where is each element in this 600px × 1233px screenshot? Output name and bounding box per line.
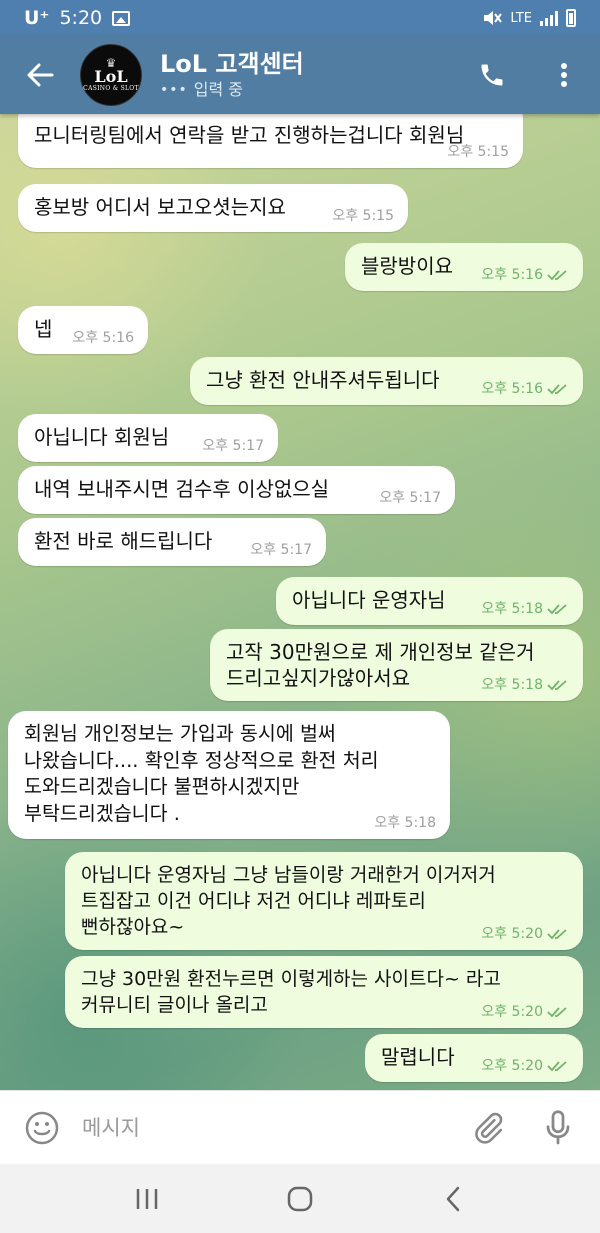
gallery-notification-icon: [112, 10, 131, 26]
back-button[interactable]: [0, 36, 80, 114]
message-time: 오후 5:17: [379, 490, 441, 506]
attach-button[interactable]: [466, 1106, 510, 1150]
battery-icon: [566, 9, 576, 27]
message-time: 오후 5:16: [481, 381, 543, 397]
double-check-icon: [547, 929, 567, 940]
double-check-icon: [547, 384, 567, 395]
carrier-label: U⁺: [24, 7, 50, 29]
double-check-icon: [547, 604, 567, 615]
message-bubble-out[interactable]: 아닙니다 운영자님 오후 5:18: [276, 577, 583, 625]
message-time: 오후 5:15: [332, 208, 394, 224]
message-bubble-in[interactable]: 홍보방 어디서 보고오셧는지요 오후 5:15: [18, 184, 408, 232]
typing-status-label: 입력 중: [193, 80, 244, 99]
message-bubble-in[interactable]: 내역 보내주시면 검수후 이상없으실 오후 5:17: [18, 466, 455, 514]
avatar-subtitle: CASINO & SLOT: [83, 85, 139, 92]
typing-status: ••• 입력 중: [160, 79, 304, 101]
signal-icon: [540, 10, 558, 26]
message-time: 오후 5:15: [447, 144, 509, 160]
message-time: 오후 5:17: [202, 438, 264, 454]
message-time: 오후 5:20: [481, 1058, 543, 1074]
double-check-icon: [547, 270, 567, 281]
message-time: 오후 5:20: [481, 1004, 543, 1020]
typing-dots-icon: •••: [160, 82, 188, 98]
message-time: 오후 5:17: [250, 542, 312, 558]
message-bubble-in[interactable]: 환전 바로 해드립니다 오후 5:17: [18, 518, 326, 566]
message-time: 오후 5:18: [481, 601, 543, 617]
chevron-left-icon: [447, 1186, 460, 1211]
double-check-icon: [547, 1007, 567, 1018]
paperclip-icon: [475, 1112, 503, 1144]
message-bubble-out[interactable]: 그냥 30만원 환전누르면 이렇게하는 사이트다~ 라고 커뮤니티 글이나 올리…: [65, 956, 583, 1028]
voice-record-button[interactable]: [536, 1106, 580, 1150]
message-time: 오후 5:18: [374, 815, 436, 831]
message-bubble-out[interactable]: 블랑방이요 오후 5:16: [345, 243, 583, 291]
emoji-button[interactable]: [20, 1106, 64, 1150]
chat-title-block[interactable]: LoL 고객센터 ••• 입력 중: [160, 49, 304, 101]
avatar[interactable]: ♛ LoL CASINO & SLOT: [80, 44, 142, 106]
message-composer: [0, 1090, 600, 1164]
message-time: 오후 5:16: [72, 330, 134, 346]
avatar-logo: LoL: [94, 67, 128, 86]
message-list[interactable]: 모니터링팀에서 연락을 받고 진행하는겁니다 회원님 오후 5:15 홍보방 어…: [0, 114, 600, 1090]
message-bubble-in[interactable]: 모니터링팀에서 연락을 받고 진행하는겁니다 회원님 오후 5:15: [18, 114, 523, 168]
more-vertical-icon: [561, 63, 567, 87]
message-time: 오후 5:16: [481, 267, 543, 283]
message-bubble-in[interactable]: 아닙니다 회원님 오후 5:17: [18, 414, 278, 462]
message-text: 회원님 개인정보는 가입과 동시에 벌써 나왔습니다.... 확인후 정상적으로…: [24, 722, 379, 825]
message-bubble-out[interactable]: 아닙니다 운영자님 그냥 남들이랑 거래한거 이거저거 트집잡고 이건 어디냐 …: [65, 852, 583, 950]
network-type: LTE: [510, 10, 532, 26]
message-bubble-out[interactable]: 고작 30만원으로 제 개인정보 같은거 드리고싶지가않아서요 오후 5:18: [210, 629, 583, 701]
message-bubble-in[interactable]: 회원님 개인정보는 가입과 동시에 벌써 나왔습니다.... 확인후 정상적으로…: [8, 711, 450, 839]
call-button[interactable]: [456, 36, 528, 114]
recent-apps-button[interactable]: [117, 1174, 177, 1224]
message-text: 모니터링팀에서 연락을 받고 진행하는겁니다 회원님: [34, 123, 465, 147]
message-input[interactable]: [82, 1115, 466, 1140]
message-time: 오후 5:20: [481, 926, 543, 942]
message-bubble-in[interactable]: 넵 오후 5:16: [18, 306, 148, 354]
home-icon: [287, 1186, 313, 1211]
home-button[interactable]: [270, 1174, 330, 1224]
recent-apps-icon: [136, 1188, 157, 1209]
double-check-icon: [547, 1061, 567, 1072]
chat-title: LoL 고객센터: [160, 50, 304, 78]
clock: 5:20: [59, 7, 103, 29]
double-check-icon: [547, 680, 567, 691]
system-navigation-bar: [0, 1164, 600, 1233]
more-options-button[interactable]: [528, 36, 600, 114]
message-bubble-out[interactable]: 말렵니다 오후 5:20: [365, 1034, 583, 1082]
message-time: 오후 5:18: [481, 677, 543, 693]
chat-header: ♛ LoL CASINO & SLOT LoL 고객센터 ••• 입력 중: [0, 36, 600, 114]
message-text: 내역 보내주시면 검수후 이상없으실: [34, 477, 330, 501]
back-nav-button[interactable]: [423, 1174, 483, 1224]
phone-icon: [481, 64, 503, 86]
microphone-icon: [546, 1109, 570, 1144]
arrow-left-icon: [27, 63, 54, 87]
smiley-icon: [25, 1111, 59, 1144]
message-bubble-out[interactable]: 그냥 환전 안내주셔두됩니다 오후 5:16: [190, 357, 583, 405]
mute-icon: [484, 11, 503, 25]
status-bar: U⁺ 5:20 LTE: [0, 0, 600, 36]
